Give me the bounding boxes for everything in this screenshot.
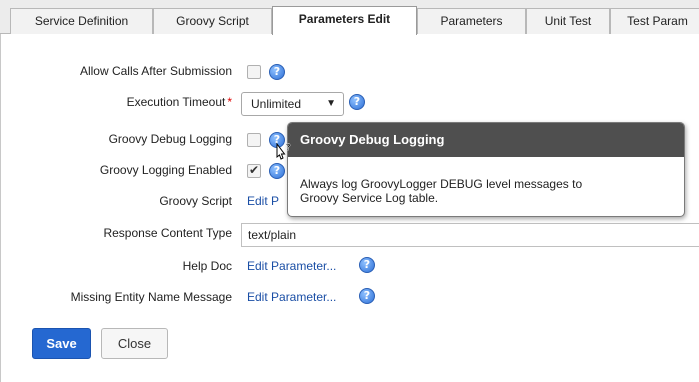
- groovy-script-edit-link[interactable]: Edit P: [247, 194, 279, 208]
- groovy-debug-label: Groovy Debug Logging: [108, 132, 232, 146]
- execution-timeout-select[interactable]: Unlimited ▼: [241, 92, 344, 116]
- row-help-doc: Help Doc Edit Parameter... ?: [1, 256, 699, 278]
- save-button[interactable]: Save: [32, 328, 91, 359]
- required-marker: *: [227, 95, 232, 109]
- tooltip-title: Groovy Debug Logging: [288, 123, 684, 157]
- missing-entity-edit-link[interactable]: Edit Parameter...: [247, 290, 336, 304]
- row-missing-entity: Missing Entity Name Message Edit Paramet…: [1, 287, 699, 309]
- help-icon[interactable]: ?: [269, 64, 285, 80]
- tab-unit-test[interactable]: Unit Test: [526, 8, 610, 34]
- tab-parameters-edit[interactable]: Parameters Edit: [272, 6, 417, 35]
- tab-groovy-script[interactable]: Groovy Script: [153, 8, 272, 34]
- tab-test-param[interactable]: Test Param: [610, 8, 699, 34]
- help-icon[interactable]: ?: [349, 94, 365, 110]
- help-icon[interactable]: ?: [359, 257, 375, 273]
- response-content-type-label: Response Content Type: [103, 226, 232, 240]
- groovy-debug-checkbox[interactable]: [247, 133, 261, 147]
- help-doc-edit-link[interactable]: Edit Parameter...: [247, 259, 336, 273]
- groovy-script-label: Groovy Script: [159, 194, 232, 208]
- tooltip-line-1: Always log GroovyLogger DEBUG level mess…: [300, 177, 583, 191]
- tooltip-line-2: Groovy Service Log table.: [300, 191, 439, 205]
- allow-calls-label: Allow Calls After Submission: [79, 64, 232, 78]
- row-execution-timeout: Execution Timeout * Unlimited ▼ ?: [1, 92, 699, 116]
- execution-timeout-value: Unlimited: [251, 97, 302, 111]
- tab-service-definition[interactable]: Service Definition: [10, 8, 153, 34]
- tab-parameters[interactable]: Parameters: [417, 8, 526, 34]
- help-tooltip: Groovy Debug Logging Always log GroovyLo…: [287, 122, 685, 217]
- groovy-logging-checkbox[interactable]: [247, 163, 261, 178]
- help-doc-label: Help Doc: [182, 259, 232, 273]
- help-pointer-cursor-icon: ?: [276, 142, 291, 160]
- row-allow-calls: Allow Calls After Submission ?: [1, 61, 699, 83]
- close-button[interactable]: Close: [101, 328, 168, 359]
- tooltip-body: Always log GroovyLogger DEBUG level mess…: [288, 157, 684, 205]
- chevron-down-icon: ▼: [326, 98, 336, 109]
- row-response-content-type: Response Content Type: [1, 223, 699, 247]
- svg-text:?: ?: [286, 143, 291, 153]
- help-icon[interactable]: ?: [359, 288, 375, 304]
- allow-calls-checkbox[interactable]: [247, 65, 261, 79]
- response-content-type-input[interactable]: [241, 223, 699, 247]
- tab-bar: Service Definition Groovy Script Paramet…: [0, 0, 699, 35]
- missing-entity-label: Missing Entity Name Message: [70, 290, 232, 304]
- groovy-logging-label: Groovy Logging Enabled: [99, 163, 232, 177]
- execution-timeout-label: Execution Timeout *: [126, 95, 232, 109]
